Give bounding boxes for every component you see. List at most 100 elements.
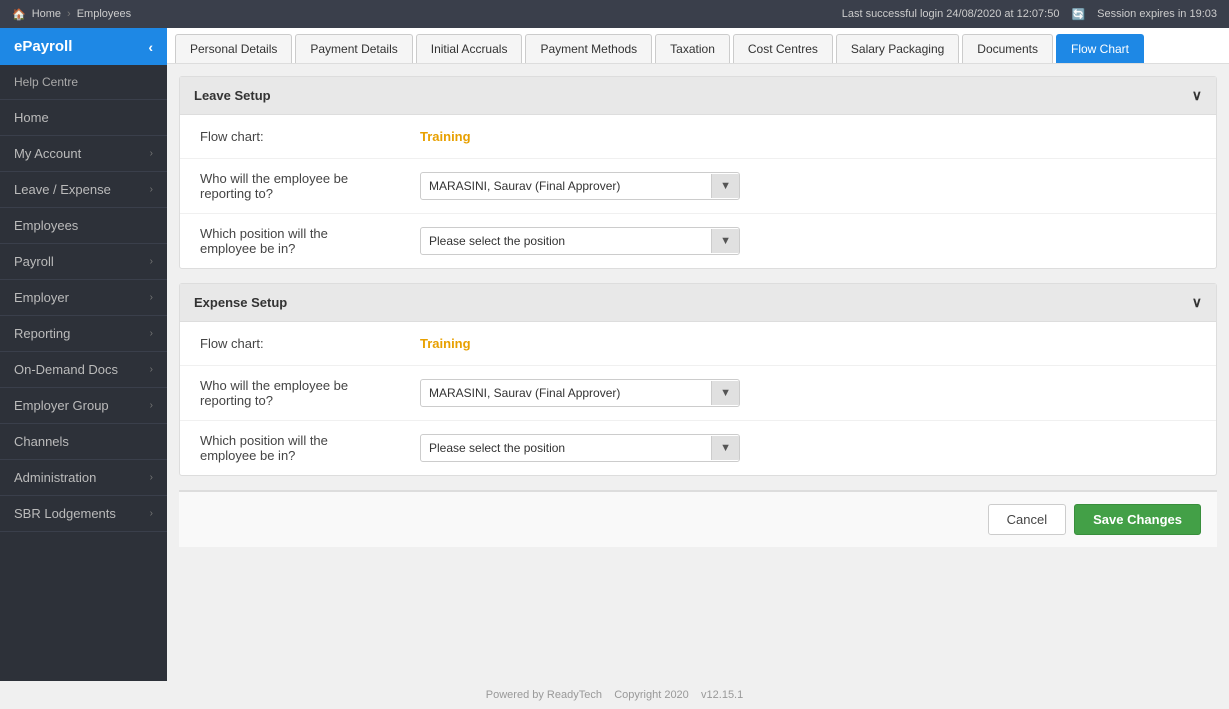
breadcrumb: 🏠 Home › Employees (12, 8, 131, 21)
expense-setup-title: Expense Setup (194, 295, 287, 310)
sidebar-item-label: Payroll (14, 254, 54, 269)
breadcrumb-sep: › (67, 8, 71, 20)
sidebar-item-label: My Account (14, 146, 81, 161)
expense-position-select[interactable]: Please select the position (421, 435, 711, 461)
expense-reporting-row: Who will the employee bereporting to? MA… (180, 366, 1216, 421)
sidebar-item-label: Administration (14, 470, 96, 485)
sidebar-item-on-demand-docs[interactable]: On-Demand Docs › (0, 352, 167, 388)
tab-personal-details[interactable]: Personal Details (175, 34, 292, 63)
leave-position-select-wrap[interactable]: Please select the position ▼ (420, 227, 740, 255)
tab-payment-details[interactable]: Payment Details (295, 34, 412, 63)
expense-position-row: Which position will theemployee be in? P… (180, 421, 1216, 475)
brand-label: ePayroll (14, 38, 72, 55)
chevron-icon: › (150, 364, 153, 375)
sidebar-help: Help Centre (0, 65, 167, 100)
leave-position-row: Which position will theemployee be in? P… (180, 214, 1216, 268)
tab-documents[interactable]: Documents (962, 34, 1053, 63)
sidebar-item-employer[interactable]: Employer › (0, 280, 167, 316)
brand-chevron-icon: ‹ (148, 39, 153, 55)
last-login-text: Last successful login 24/08/2020 at 12:0… (842, 8, 1060, 20)
expense-flow-chart-label: Flow chart: (200, 336, 420, 351)
sidebar: ePayroll ‹ Help Centre Home My Account ›… (0, 28, 167, 681)
leave-flow-chart-value: Training (420, 129, 471, 144)
leave-reporting-label: Who will the employee bereporting to? (200, 171, 420, 201)
leave-reporting-row: Who will the employee bereporting to? MA… (180, 159, 1216, 214)
save-changes-button[interactable]: Save Changes (1074, 504, 1201, 535)
leave-reporting-select-wrap[interactable]: MARASINI, Saurav (Final Approver) ▼ (420, 172, 740, 200)
expense-position-select-wrap[interactable]: Please select the position ▼ (420, 434, 740, 462)
leave-setup-body: Flow chart: Training Who will the employ… (180, 115, 1216, 268)
leave-flow-chart-label: Flow chart: (200, 129, 420, 144)
sidebar-item-employees[interactable]: Employees (0, 208, 167, 244)
main-content: Personal Details Payment Details Initial… (167, 28, 1229, 681)
expense-flow-chart-value: Training (420, 336, 471, 351)
sidebar-item-reporting[interactable]: Reporting › (0, 316, 167, 352)
expense-reporting-select-arrow[interactable]: ▼ (711, 381, 739, 405)
chevron-icon: › (150, 184, 153, 195)
chevron-icon: › (150, 148, 153, 159)
session-info: Last successful login 24/08/2020 at 12:0… (842, 8, 1217, 21)
chevron-icon: › (150, 292, 153, 303)
sidebar-item-sbr-lodgements[interactable]: SBR Lodgements › (0, 496, 167, 532)
expense-setup-section: Expense Setup ∨ Flow chart: Training Who… (179, 283, 1217, 476)
collapse-icon[interactable]: ∨ (1192, 87, 1202, 104)
sidebar-item-label: Employer Group (14, 398, 109, 413)
expense-flow-chart-row: Flow chart: Training (180, 322, 1216, 366)
version: v12.15.1 (701, 689, 743, 701)
leave-setup-section: Leave Setup ∨ Flow chart: Training Who w… (179, 76, 1217, 269)
leave-setup-title: Leave Setup (194, 88, 271, 103)
expense-setup-body: Flow chart: Training Who will the employ… (180, 322, 1216, 475)
sidebar-item-label: Home (14, 110, 49, 125)
sidebar-item-my-account[interactable]: My Account › (0, 136, 167, 172)
chevron-icon: › (150, 400, 153, 411)
tab-taxation[interactable]: Taxation (655, 34, 730, 63)
tab-payment-methods[interactable]: Payment Methods (525, 34, 652, 63)
chevron-icon: › (150, 256, 153, 267)
chevron-icon: › (150, 472, 153, 483)
sidebar-item-payroll[interactable]: Payroll › (0, 244, 167, 280)
leave-position-select[interactable]: Please select the position (421, 228, 711, 254)
sidebar-item-home[interactable]: Home (0, 100, 167, 136)
sidebar-item-employer-group[interactable]: Employer Group › (0, 388, 167, 424)
sidebar-item-label: Channels (14, 434, 69, 449)
powered-by: Powered by ReadyTech (486, 689, 602, 701)
session-expires-icon: 🔄 (1071, 8, 1085, 21)
tabs-bar: Personal Details Payment Details Initial… (167, 28, 1229, 64)
leave-setup-header: Leave Setup ∨ (180, 77, 1216, 115)
sidebar-item-label: SBR Lodgements (14, 506, 116, 521)
cancel-button[interactable]: Cancel (988, 504, 1066, 535)
breadcrumb-page: Employees (77, 8, 131, 20)
sidebar-brand: ePayroll ‹ (0, 28, 167, 65)
content-area: Leave Setup ∨ Flow chart: Training Who w… (167, 64, 1229, 681)
expense-reporting-label: Who will the employee bereporting to? (200, 378, 420, 408)
tab-salary-packaging[interactable]: Salary Packaging (836, 34, 959, 63)
sidebar-item-leave-expense[interactable]: Leave / Expense › (0, 172, 167, 208)
sidebar-item-label: Leave / Expense (14, 182, 111, 197)
expense-position-label: Which position will theemployee be in? (200, 433, 420, 463)
sidebar-item-label: On-Demand Docs (14, 362, 118, 377)
leave-reporting-select[interactable]: MARASINI, Saurav (Final Approver) (421, 173, 711, 199)
sidebar-item-administration[interactable]: Administration › (0, 460, 167, 496)
leave-position-select-arrow[interactable]: ▼ (711, 229, 739, 253)
leave-position-label: Which position will theemployee be in? (200, 226, 420, 256)
tab-flow-chart[interactable]: Flow Chart (1056, 34, 1144, 63)
copyright: Copyright 2020 (614, 689, 689, 701)
sidebar-item-label: Employer (14, 290, 69, 305)
page-footer: Powered by ReadyTech Copyright 2020 v12.… (0, 681, 1229, 709)
breadcrumb-home[interactable]: Home (32, 8, 61, 20)
form-action-bar: Cancel Save Changes (179, 491, 1217, 547)
form-footer: Cancel Save Changes (179, 490, 1217, 547)
chevron-icon: › (150, 508, 153, 519)
expense-position-select-arrow[interactable]: ▼ (711, 436, 739, 460)
tab-cost-centres[interactable]: Cost Centres (733, 34, 833, 63)
sidebar-item-channels[interactable]: Channels (0, 424, 167, 460)
leave-flow-chart-row: Flow chart: Training (180, 115, 1216, 159)
expense-reporting-select[interactable]: MARASINI, Saurav (Final Approver) (421, 380, 711, 406)
sidebar-item-label: Reporting (14, 326, 70, 341)
leave-reporting-select-arrow[interactable]: ▼ (711, 174, 739, 198)
expense-setup-header: Expense Setup ∨ (180, 284, 1216, 322)
collapse-icon[interactable]: ∨ (1192, 294, 1202, 311)
home-icon: 🏠 (12, 8, 26, 21)
expense-reporting-select-wrap[interactable]: MARASINI, Saurav (Final Approver) ▼ (420, 379, 740, 407)
tab-initial-accruals[interactable]: Initial Accruals (416, 34, 523, 63)
